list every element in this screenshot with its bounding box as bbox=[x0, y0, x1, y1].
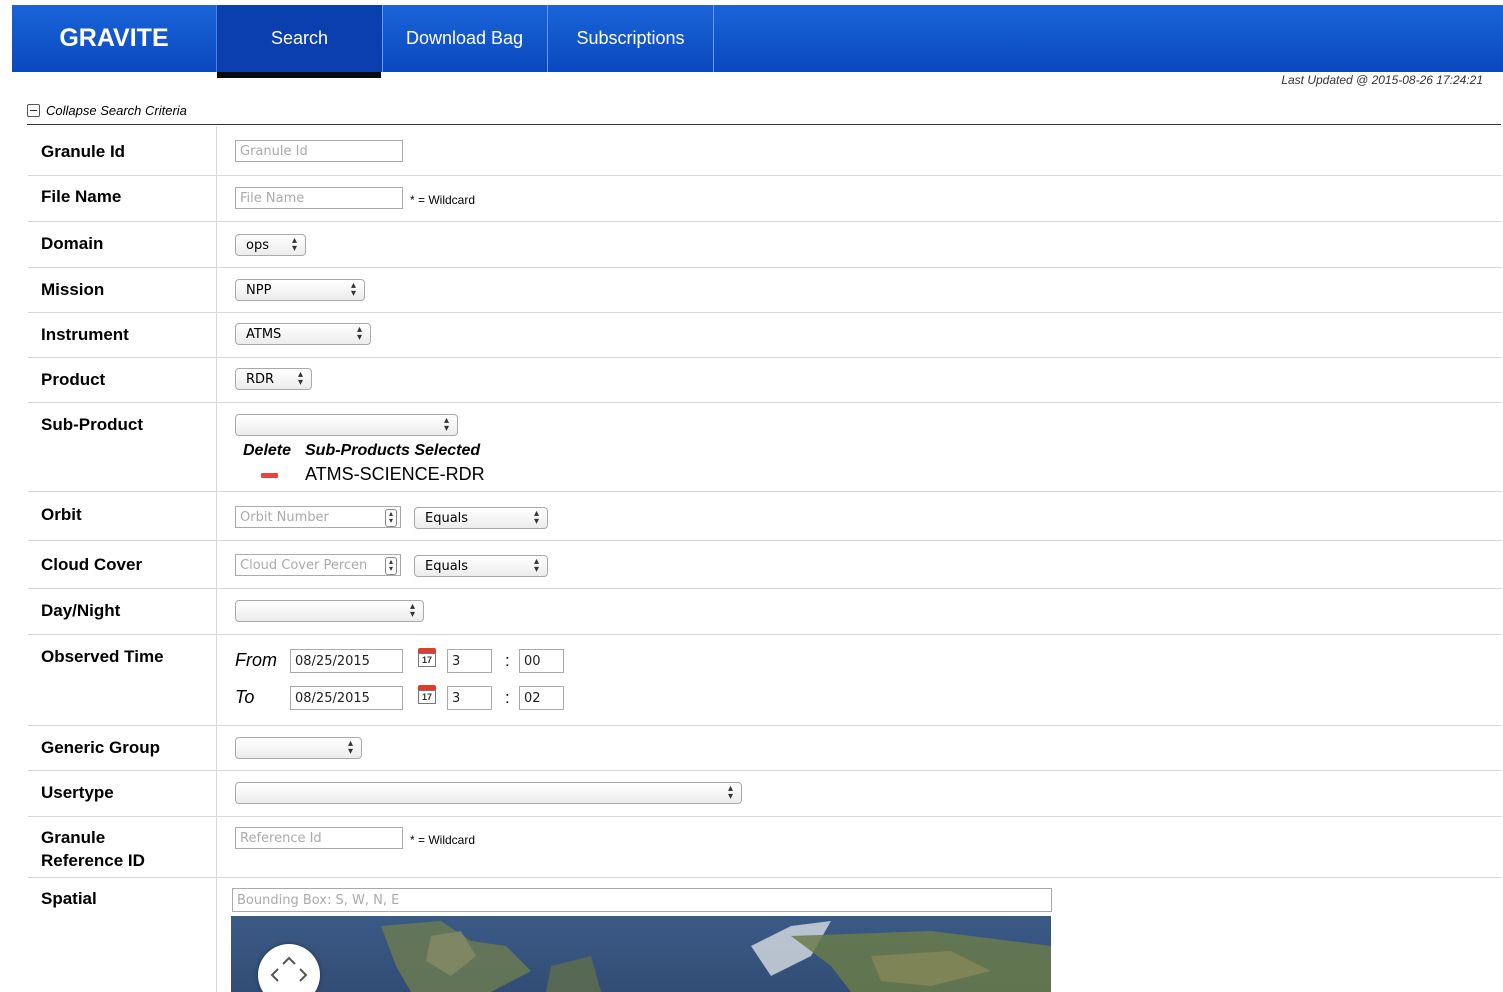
select-arrows-icon: ▴ ▾ bbox=[443, 415, 449, 434]
row-orbit: Orbit ▴▾ Equals ▴▾ bbox=[28, 492, 1502, 541]
to-label: To bbox=[235, 687, 255, 707]
to-hour-input[interactable] bbox=[447, 686, 492, 710]
sub-product-select[interactable]: ▴ ▾ bbox=[235, 414, 458, 436]
orbit-label: Orbit bbox=[28, 492, 217, 540]
select-arrows-icon: ▴ ▾ bbox=[347, 738, 353, 757]
orbit-operator-select[interactable]: Equals ▴ ▾ bbox=[414, 507, 548, 529]
row-usertype: Usertype ▴ ▾ bbox=[28, 771, 1502, 817]
to-minute-input[interactable] bbox=[519, 686, 564, 710]
mission-label: Mission bbox=[28, 268, 217, 312]
brand-logo[interactable]: GRAVITE bbox=[12, 5, 217, 72]
mission-select[interactable]: NPP ▴ ▾ bbox=[235, 279, 365, 301]
generic-group-label: Generic Group bbox=[28, 726, 217, 770]
file-name-label: File Name bbox=[28, 176, 217, 221]
time-separator: : bbox=[505, 688, 510, 707]
cloud-cover-input[interactable] bbox=[235, 554, 401, 576]
tab-download-bag[interactable]: Download Bag bbox=[382, 5, 548, 72]
product-select[interactable]: RDR ▴ ▾ bbox=[235, 368, 312, 390]
from-label: From bbox=[235, 650, 277, 670]
from-date-input[interactable] bbox=[290, 649, 403, 673]
instrument-select[interactable]: ATMS ▴ ▾ bbox=[235, 323, 371, 345]
cloud-cover-label: Cloud Cover bbox=[28, 541, 217, 588]
top-navigation-bar: GRAVITE Search Download Bag Subscription… bbox=[12, 5, 1503, 72]
granule-id-label: Granule Id bbox=[28, 126, 217, 175]
row-file-name: File Name * = Wildcard bbox=[28, 176, 1502, 222]
instrument-label: Instrument bbox=[28, 313, 217, 357]
calendar-icon[interactable]: 17 bbox=[417, 685, 437, 705]
select-arrows-icon: ▴ ▾ bbox=[409, 601, 415, 620]
row-generic-group: Generic Group ▴ ▾ bbox=[28, 726, 1502, 771]
cloud-cover-operator-select[interactable]: Equals ▴ ▾ bbox=[414, 555, 548, 577]
instrument-select-value: ATMS bbox=[246, 327, 282, 342]
bounding-box-input[interactable] bbox=[232, 888, 1052, 912]
row-granule-id: Granule Id bbox=[28, 126, 1502, 176]
row-product: Product RDR ▴ ▾ bbox=[28, 358, 1502, 403]
orbit-operator-value: Equals bbox=[425, 511, 469, 526]
usertype-label: Usertype bbox=[28, 771, 217, 816]
sub-products-selected-header: Sub-Products Selected bbox=[305, 442, 481, 459]
wildcard-note: * = Wildcard bbox=[410, 193, 476, 207]
row-granule-reference-id: Granule Reference ID * = Wildcard bbox=[28, 817, 1502, 878]
orbit-number-input[interactable] bbox=[235, 506, 401, 528]
row-cloud-cover: Cloud Cover ▴▾ Equals ▴▾ bbox=[28, 541, 1502, 589]
reference-id-input[interactable] bbox=[235, 827, 403, 849]
select-arrows-icon: ▴ ▾ bbox=[350, 280, 356, 299]
map-terrain bbox=[381, 921, 1051, 992]
generic-group-select[interactable]: ▴ ▾ bbox=[235, 737, 362, 759]
last-updated-timestamp: Last Updated @ 2015-08-26 17:24:21 bbox=[1281, 73, 1483, 87]
mission-select-value: NPP bbox=[246, 283, 272, 298]
domain-select[interactable]: ops ▴ ▾ bbox=[235, 234, 306, 256]
collapse-search-criteria-toggle[interactable]: Collapse Search Criteria bbox=[27, 103, 187, 118]
calendar-icon[interactable]: 17 bbox=[417, 648, 437, 668]
time-separator: : bbox=[505, 651, 510, 670]
tab-search[interactable]: Search bbox=[217, 5, 383, 72]
day-night-label: Day/Night bbox=[28, 589, 217, 634]
row-instrument: Instrument ATMS ▴ ▾ bbox=[28, 313, 1502, 358]
selected-sub-product-item: ATMS-SCIENCE-RDR bbox=[305, 464, 485, 484]
domain-select-value: ops bbox=[246, 238, 269, 253]
minus-box-icon bbox=[27, 104, 40, 117]
product-label: Product bbox=[28, 358, 217, 402]
from-hour-input[interactable] bbox=[447, 649, 492, 673]
select-arrows-icon: ▴ ▾ bbox=[727, 783, 733, 802]
spatial-map[interactable] bbox=[231, 916, 1051, 992]
row-domain: Domain ops ▴ ▾ bbox=[28, 222, 1502, 268]
domain-label: Domain bbox=[28, 222, 217, 267]
collapse-label: Collapse Search Criteria bbox=[46, 103, 187, 118]
select-arrows-icon: ▴ ▾ bbox=[533, 556, 539, 575]
day-night-select[interactable]: ▴ ▾ bbox=[235, 600, 424, 622]
delete-column-header: Delete bbox=[243, 442, 292, 459]
pan-arrows bbox=[270, 956, 308, 982]
granule-reference-id-label: Granule Reference ID bbox=[28, 817, 217, 877]
usertype-select[interactable]: ▴ ▾ bbox=[235, 782, 742, 804]
tab-subscriptions[interactable]: Subscriptions bbox=[548, 5, 714, 72]
cloud-cover-operator-value: Equals bbox=[425, 559, 469, 574]
to-date-input[interactable] bbox=[290, 686, 403, 710]
divider bbox=[27, 124, 1501, 125]
row-day-night: Day/Night ▴ ▾ bbox=[28, 589, 1502, 635]
from-minute-input[interactable] bbox=[519, 649, 564, 673]
select-arrows-icon: ▴ ▾ bbox=[291, 235, 297, 254]
product-select-value: RDR bbox=[246, 372, 275, 387]
sub-product-label: Sub-Product bbox=[28, 403, 217, 491]
observed-time-label: Observed Time bbox=[28, 635, 217, 725]
number-stepper-icon[interactable]: ▴ ▾ bbox=[385, 509, 397, 527]
select-arrows-icon: ▴ ▾ bbox=[297, 369, 303, 388]
file-name-input[interactable] bbox=[235, 187, 403, 209]
row-mission: Mission NPP ▴ ▾ bbox=[28, 268, 1502, 313]
row-observed-time: Observed Time From 17 : To 17 : bbox=[28, 635, 1502, 726]
select-arrows-icon: ▴ ▾ bbox=[533, 508, 539, 527]
number-stepper-icon[interactable]: ▴ ▾ bbox=[385, 557, 397, 575]
select-arrows-icon: ▴ ▾ bbox=[356, 324, 362, 343]
remove-icon[interactable] bbox=[261, 473, 278, 478]
active-tab-indicator bbox=[217, 72, 381, 78]
spatial-label: Spatial bbox=[28, 878, 217, 992]
wildcard-note: * = Wildcard bbox=[410, 833, 476, 847]
row-sub-product: Sub-Product ▴ ▾ Delete Sub-Products Selec… bbox=[28, 403, 1502, 492]
granule-id-input[interactable] bbox=[235, 140, 403, 162]
pan-control-icon[interactable] bbox=[258, 944, 320, 992]
